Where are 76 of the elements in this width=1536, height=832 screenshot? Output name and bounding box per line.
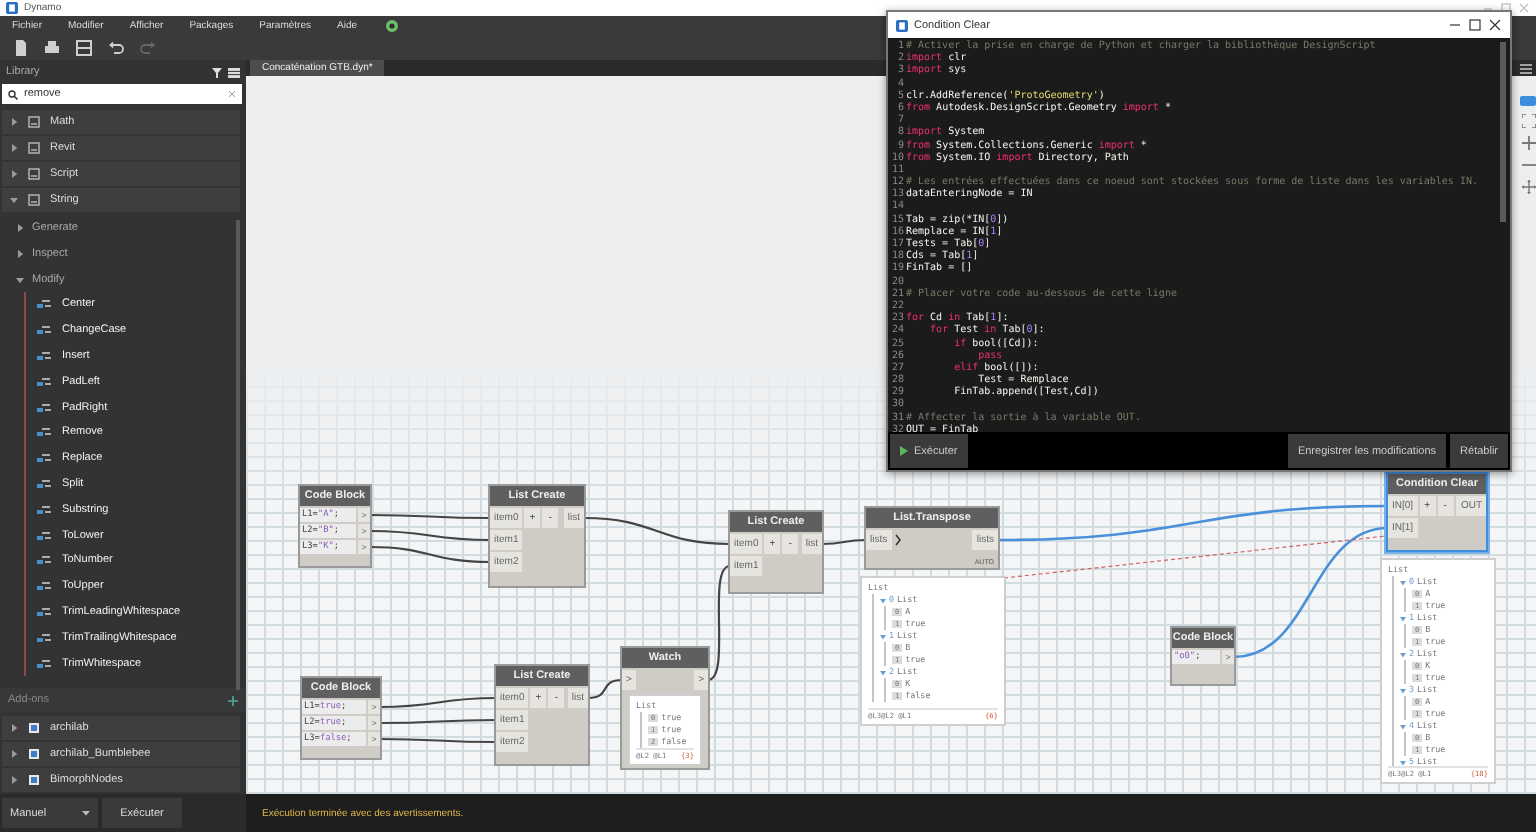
zoom-out-icon[interactable] (1522, 158, 1536, 172)
view-toggle-icon[interactable] (1520, 96, 1536, 106)
node-icon (36, 349, 52, 362)
expand-arrow-icon[interactable] (10, 144, 18, 152)
chevron-icon (893, 534, 902, 546)
collapse-arrow-icon (1400, 651, 1406, 657)
list-view-icon[interactable] (228, 67, 240, 77)
node-icon (36, 503, 52, 516)
collapse-arrow-icon (1400, 759, 1406, 765)
package-icon (28, 774, 40, 786)
menu-icon[interactable] (1520, 63, 1532, 73)
printer-icon[interactable] (44, 40, 60, 56)
filter-icon[interactable] (212, 67, 222, 77)
zoom-in-icon[interactable] (1522, 136, 1536, 150)
package-icon (28, 722, 40, 734)
app-icon (896, 19, 908, 31)
category-icon (28, 116, 40, 128)
collapse-arrow-icon (880, 669, 886, 675)
clear-icon[interactable] (228, 90, 236, 98)
category-icon (28, 194, 40, 206)
node-icon (36, 375, 52, 388)
collapse-arrow-icon (880, 597, 886, 603)
close-icon[interactable] (1488, 18, 1502, 32)
maximize-icon[interactable] (1468, 18, 1482, 32)
expand-arrow-icon[interactable] (10, 724, 18, 732)
node-icon (36, 554, 52, 567)
wire (587, 678, 623, 700)
play-icon (900, 446, 908, 456)
expand-arrow-icon[interactable] (16, 249, 24, 257)
node-icon (36, 401, 52, 414)
wire (822, 538, 866, 546)
category-icon (28, 168, 40, 180)
wire (380, 696, 496, 709)
collapse-arrow-icon (1400, 687, 1406, 693)
redo-icon[interactable] (140, 40, 156, 56)
collapse-arrow-icon (1400, 723, 1406, 729)
minimize-icon[interactable] (1482, 2, 1494, 14)
new-file-icon[interactable] (14, 40, 28, 56)
undo-icon[interactable] (108, 40, 124, 56)
wire (369, 545, 491, 564)
node-icon (36, 631, 52, 644)
category-icon (28, 142, 40, 154)
node-icon (36, 298, 52, 311)
collapse-arrow-icon (1400, 615, 1406, 621)
node-icon (36, 477, 52, 490)
wire (370, 513, 490, 520)
node-icon (36, 605, 52, 618)
expand-arrow-icon[interactable] (16, 223, 24, 231)
minimize-icon[interactable] (1448, 18, 1462, 32)
collapse-arrow-icon (1400, 579, 1406, 585)
add-icon[interactable] (228, 695, 238, 705)
wire (370, 529, 490, 542)
collapse-arrow-icon (880, 633, 886, 639)
save-icon[interactable] (76, 40, 92, 56)
wire (380, 718, 496, 725)
node-icon (36, 426, 52, 439)
expand-arrow-icon[interactable] (16, 275, 24, 283)
scrollbar[interactable] (236, 220, 240, 690)
zoom-fit-icon[interactable] (1522, 114, 1536, 128)
pan-icon[interactable] (1522, 180, 1536, 194)
node-icon (36, 657, 52, 670)
node-icon (36, 452, 52, 465)
expand-arrow-icon[interactable] (10, 170, 18, 178)
search-icon (8, 89, 18, 99)
expand-arrow-icon[interactable] (10, 196, 18, 204)
caret-icon (82, 810, 90, 816)
wire (380, 737, 496, 744)
expand-arrow-icon[interactable] (10, 776, 18, 784)
package-icon (28, 748, 40, 760)
expand-arrow-icon[interactable] (10, 750, 18, 758)
node-icon (36, 580, 52, 593)
wire (707, 565, 731, 681)
node-icon (36, 324, 52, 337)
scrollbar[interactable] (1500, 42, 1506, 222)
node-icon (36, 529, 52, 542)
expand-arrow-icon[interactable] (10, 118, 18, 126)
